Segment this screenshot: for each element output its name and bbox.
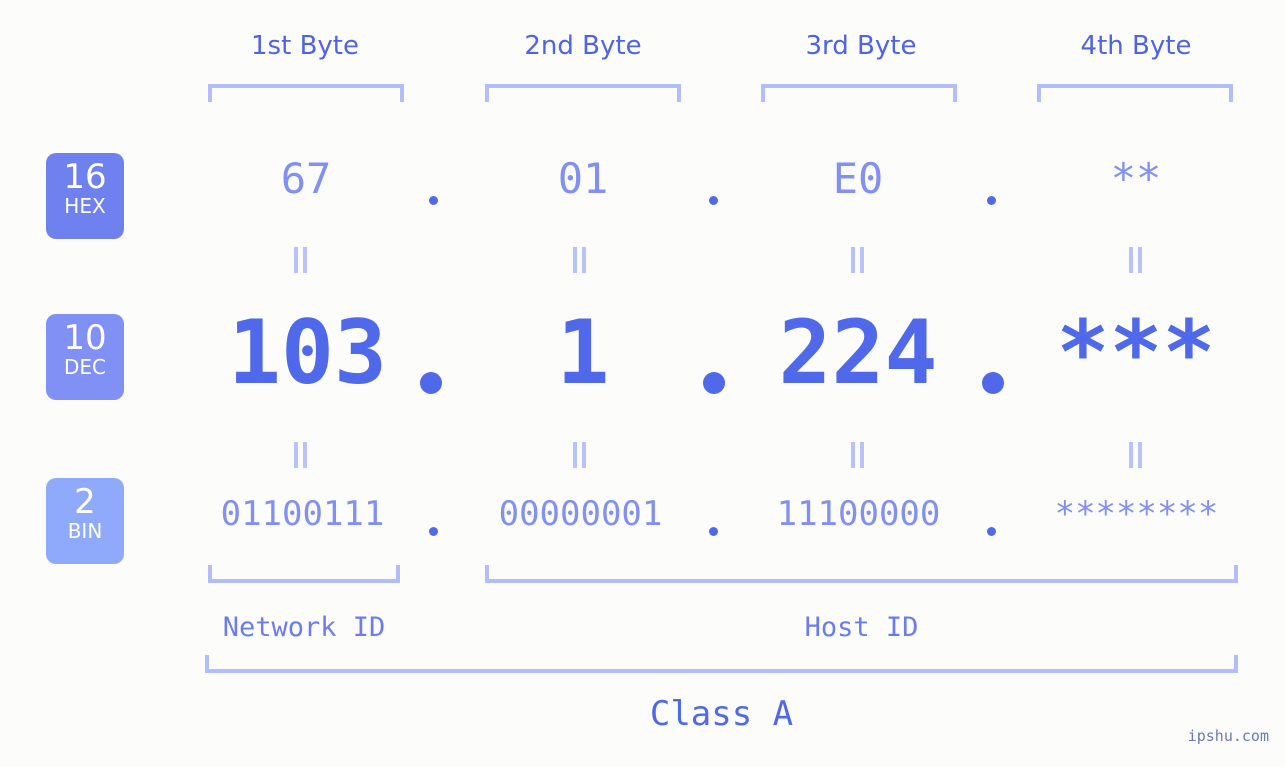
- byte-bracket-2: [485, 84, 681, 102]
- radix-badge-dec-number: 10: [63, 318, 107, 358]
- bin-octet-2: 00000001: [498, 494, 663, 534]
- equals-connector-hex-dec-3: [851, 247, 865, 273]
- radix-badge-hex-number: 16: [63, 157, 107, 197]
- dec-separator-dot-2: [703, 372, 725, 394]
- byte-header-label-4: 4th Byte: [1080, 31, 1192, 61]
- byte-header-label-2: 2nd Byte: [524, 31, 642, 61]
- equals-connector-hex-dec-2: [573, 247, 587, 273]
- class-bracket: [205, 655, 1238, 673]
- radix-badge-hex: 16 HEX: [46, 153, 124, 239]
- class-label: Class A: [649, 694, 794, 734]
- network-id-label: Network ID: [222, 612, 386, 643]
- ip-address-breakdown-diagram: 1st Byte 2nd Byte 3rd Byte 4th Byte 16 H…: [0, 0, 1285, 767]
- equals-connector-hex-dec-4: [1129, 247, 1143, 273]
- dec-separator-dot-3: [982, 372, 1004, 394]
- equals-connector-dec-bin-4: [1129, 442, 1143, 468]
- hex-octet-1: 67: [280, 154, 332, 203]
- radix-badge-bin: 2 BIN: [46, 478, 124, 564]
- equals-connector-dec-bin-1: [294, 442, 308, 468]
- dec-octet-3: 224: [778, 301, 938, 404]
- hex-octet-2: 01: [557, 154, 609, 203]
- hex-octet-4: **: [1110, 154, 1162, 203]
- radix-badge-hex-abbr: HEX: [64, 194, 106, 218]
- bin-separator-dot-3: [987, 527, 996, 536]
- hex-separator-dot-2: [709, 196, 718, 205]
- equals-connector-dec-bin-2: [573, 442, 587, 468]
- bin-separator-dot-1: [429, 527, 438, 536]
- radix-badge-dec-abbr: DEC: [63, 355, 106, 379]
- dec-octet-2: 1: [556, 301, 610, 404]
- equals-connector-dec-bin-3: [851, 442, 865, 468]
- bin-octet-4: ********: [1054, 494, 1219, 534]
- bin-octet-1: 01100111: [220, 494, 385, 534]
- byte-header-label-1: 1st Byte: [251, 31, 359, 61]
- byte-bracket-1: [208, 84, 404, 102]
- hex-separator-dot-3: [987, 196, 996, 205]
- dec-separator-dot-1: [420, 372, 442, 394]
- radix-badge-bin-abbr: BIN: [67, 519, 103, 543]
- hex-separator-dot-1: [429, 196, 438, 205]
- radix-badge-bin-number: 2: [74, 482, 96, 522]
- equals-connector-hex-dec-1: [294, 247, 308, 273]
- byte-bracket-4: [1037, 84, 1233, 102]
- byte-header-label-3: 3rd Byte: [805, 31, 917, 61]
- radix-badge-dec: 10 DEC: [46, 314, 124, 400]
- site-watermark: ipshu.com: [1187, 727, 1269, 745]
- bin-separator-dot-2: [709, 527, 718, 536]
- byte-bracket-3: [761, 84, 957, 102]
- dec-octet-1: 103: [228, 301, 387, 404]
- network-id-bracket: [208, 565, 400, 583]
- host-id-bracket: [485, 565, 1238, 583]
- bin-octet-3: 11100000: [776, 494, 941, 534]
- host-id-label: Host ID: [804, 612, 919, 643]
- hex-octet-3: E0: [832, 154, 884, 203]
- dec-octet-4: ***: [1056, 301, 1216, 404]
